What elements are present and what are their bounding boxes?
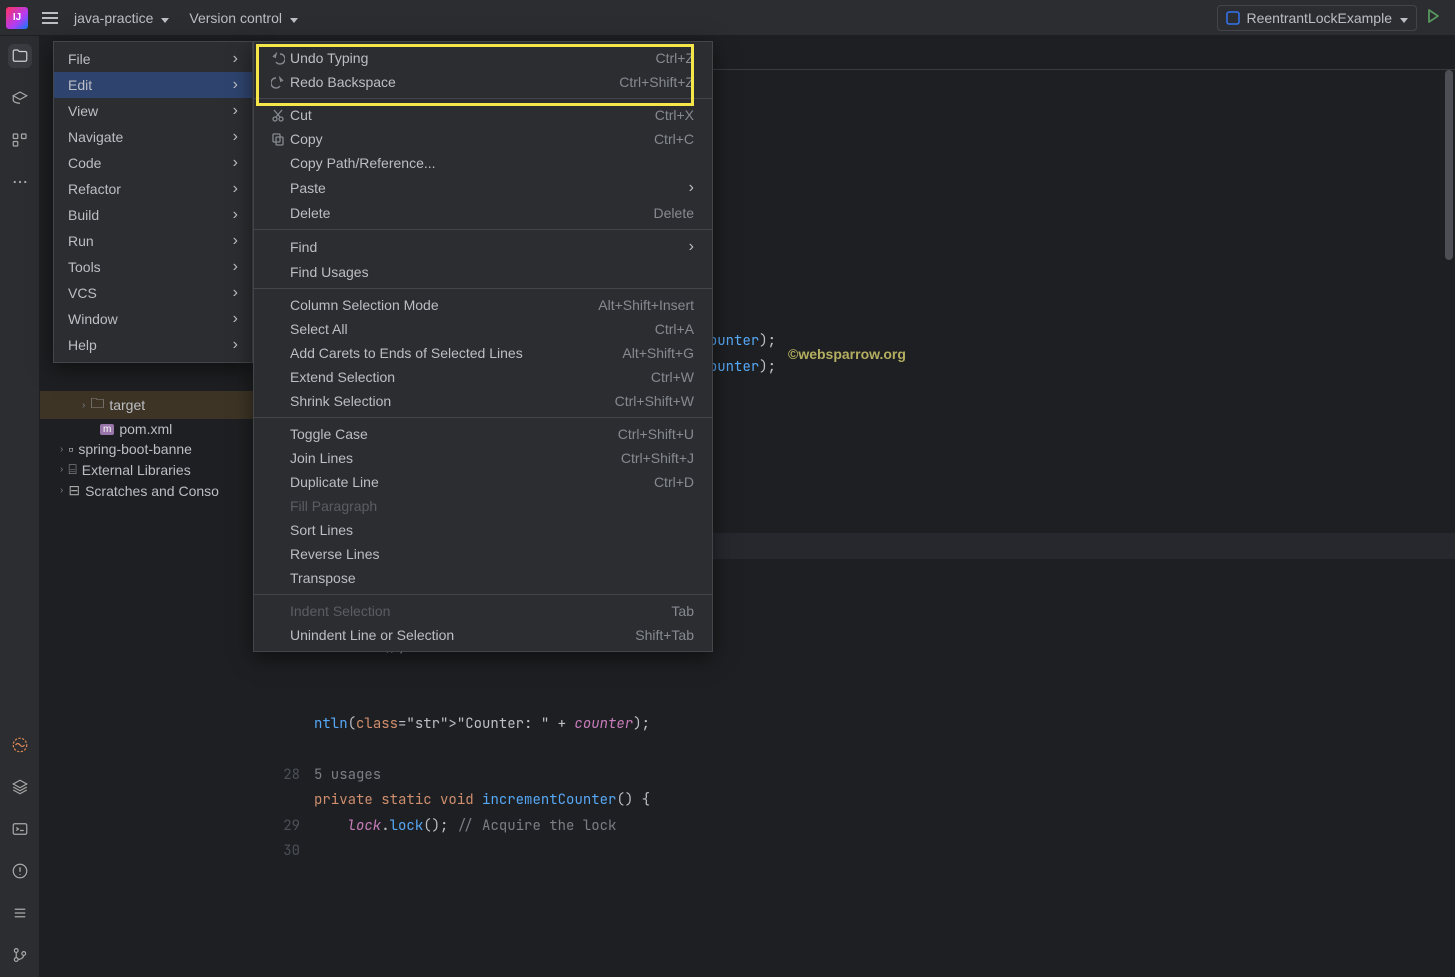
tree-item-pom[interactable]: m pom.xml: [40, 419, 260, 439]
edit-menu-find-usages[interactable]: Find Usages: [254, 260, 712, 284]
services-tool-button[interactable]: [8, 775, 32, 799]
chevron-right-icon: ›: [82, 400, 85, 411]
edit-menu-popup: Undo TypingCtrl+ZRedo BackspaceCtrl+Shif…: [253, 41, 713, 652]
copy-icon: [268, 132, 288, 146]
edit-menu-copy-path-reference-[interactable]: Copy Path/Reference...: [254, 151, 712, 175]
scroll-thumb[interactable]: [1445, 70, 1453, 260]
ide-logo-icon: IJ: [6, 7, 28, 29]
tree-label: pom.xml: [119, 421, 172, 437]
tree-item-target[interactable]: › 🗀 target: [40, 391, 260, 419]
menu-item-navigate[interactable]: Navigate: [54, 124, 252, 150]
edit-menu-unindent-line-or-selection[interactable]: Unindent Line or SelectionShift+Tab: [254, 623, 712, 647]
chevron-right-icon: ›: [60, 485, 63, 496]
edit-menu-reverse-lines[interactable]: Reverse Lines: [254, 542, 712, 566]
tree-label: target: [109, 397, 145, 413]
vcs-label: Version control: [189, 10, 282, 26]
main-menu-popup: FileEditViewNavigateCodeRefactorBuildRun…: [53, 41, 253, 363]
editor-scrollbar[interactable]: [1443, 70, 1455, 977]
edit-menu-fill-paragraph: Fill Paragraph: [254, 494, 712, 518]
project-dropdown[interactable]: java-practice: [64, 6, 179, 30]
todo-tool-button[interactable]: [8, 901, 32, 925]
edit-menu-undo-typing[interactable]: Undo TypingCtrl+Z: [254, 46, 712, 70]
run-button[interactable]: [1417, 4, 1449, 31]
tree-label: Scratches and Conso: [85, 483, 219, 499]
redo-icon: [268, 75, 288, 89]
tree-item-external-libs[interactable]: › ⌸ External Libraries: [40, 459, 260, 480]
menu-item-refactor[interactable]: Refactor: [54, 176, 252, 202]
play-icon: [1425, 8, 1441, 24]
application-icon: [1226, 11, 1240, 25]
library-icon: ⌸: [68, 461, 76, 478]
tree-item-spring[interactable]: › ▫ spring-boot-banne: [40, 439, 260, 459]
edit-menu-transpose[interactable]: Transpose: [254, 566, 712, 590]
ellipsis-icon: [11, 173, 29, 191]
menu-item-run[interactable]: Run: [54, 228, 252, 254]
edit-menu-toggle-case[interactable]: Toggle CaseCtrl+Shift+U: [254, 422, 712, 446]
version-control-tool-button[interactable]: [8, 943, 32, 967]
edit-menu-copy[interactable]: CopyCtrl+C: [254, 127, 712, 151]
folder-icon: 🗀: [90, 393, 104, 417]
branch-icon: [11, 946, 29, 964]
menu-item-vcs[interactable]: VCS: [54, 280, 252, 306]
project-name: java-practice: [74, 10, 153, 26]
edit-menu-cut[interactable]: CutCtrl+X: [254, 103, 712, 127]
project-tool-window-button[interactable]: [8, 44, 32, 68]
menu-item-view[interactable]: View: [54, 98, 252, 124]
scratch-icon: ⊟: [68, 482, 80, 499]
run-configuration-dropdown[interactable]: ReentrantLockExample: [1217, 5, 1417, 31]
chevron-right-icon: ›: [60, 444, 63, 455]
chevron-down-icon: [159, 10, 169, 26]
list-icon: [11, 904, 29, 922]
module-icon: ▫: [68, 441, 73, 457]
edit-menu-shrink-selection[interactable]: Shrink SelectionCtrl+Shift+W: [254, 389, 712, 413]
edit-menu-indent-selection: Indent SelectionTab: [254, 599, 712, 623]
tree-label: External Libraries: [82, 462, 191, 478]
notifications-tool-button[interactable]: [8, 733, 32, 757]
terminal-icon: [11, 820, 29, 838]
structure-tool-button[interactable]: [8, 128, 32, 152]
edit-menu-paste[interactable]: Paste: [254, 175, 712, 201]
layers-icon: [11, 778, 29, 796]
chevron-right-icon: ›: [60, 464, 63, 475]
edit-menu-sort-lines[interactable]: Sort Lines: [254, 518, 712, 542]
chevron-down-icon: [288, 10, 298, 26]
folder-icon: [11, 47, 29, 65]
menu-item-build[interactable]: Build: [54, 202, 252, 228]
structure-icon: [11, 131, 29, 149]
title-bar: IJ java-practice Version control Reentra…: [0, 0, 1455, 36]
menu-item-code[interactable]: Code: [54, 150, 252, 176]
maven-icon: m: [100, 424, 114, 435]
chevron-down-icon: [1398, 10, 1408, 26]
menu-item-tools[interactable]: Tools: [54, 254, 252, 280]
edit-menu-add-carets-to-ends-of-selected-lines[interactable]: Add Carets to Ends of Selected LinesAlt+…: [254, 341, 712, 365]
edit-menu-join-lines[interactable]: Join LinesCtrl+Shift+J: [254, 446, 712, 470]
menu-item-edit[interactable]: Edit: [54, 72, 252, 98]
undo-icon: [268, 51, 288, 65]
warning-icon: [11, 862, 29, 880]
main-menu-button[interactable]: [36, 6, 64, 30]
cut-icon: [268, 108, 288, 122]
vcs-dropdown[interactable]: Version control: [179, 6, 308, 30]
edit-menu-duplicate-line[interactable]: Duplicate LineCtrl+D: [254, 470, 712, 494]
tree-label: spring-boot-banne: [78, 441, 192, 457]
left-tool-stripe: [0, 36, 40, 977]
bookmarks-tool-button[interactable]: [8, 86, 32, 110]
edit-menu-find[interactable]: Find: [254, 234, 712, 260]
menu-item-file[interactable]: File: [54, 46, 252, 72]
edit-menu-extend-selection[interactable]: Extend SelectionCtrl+W: [254, 365, 712, 389]
terminal-tool-button[interactable]: [8, 817, 32, 841]
tree-item-scratches[interactable]: › ⊟ Scratches and Conso: [40, 480, 260, 501]
edit-menu-delete[interactable]: DeleteDelete: [254, 201, 712, 225]
run-config-name: ReentrantLockExample: [1246, 10, 1392, 26]
menu-item-window[interactable]: Window: [54, 306, 252, 332]
edit-menu-column-selection-mode[interactable]: Column Selection ModeAlt+Shift+Insert: [254, 293, 712, 317]
edit-menu-redo-backspace[interactable]: Redo BackspaceCtrl+Shift+Z: [254, 70, 712, 94]
graduation-icon: [11, 89, 29, 107]
more-tool-windows-button[interactable]: [8, 170, 32, 194]
problems-tool-button[interactable]: [8, 859, 32, 883]
menu-item-help[interactable]: Help: [54, 332, 252, 358]
wave-icon: [11, 736, 29, 754]
edit-menu-select-all[interactable]: Select AllCtrl+A: [254, 317, 712, 341]
